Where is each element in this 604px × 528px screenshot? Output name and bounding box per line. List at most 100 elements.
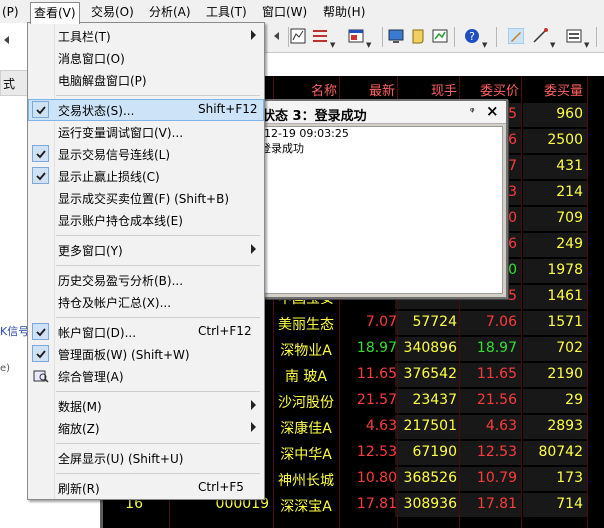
header-volume[interactable]: 现手 bbox=[399, 80, 457, 99]
cell-bidvol: 2893 bbox=[547, 418, 583, 434]
menu-item-overall-manage[interactable]: 综合管理(A) bbox=[28, 365, 264, 387]
checkmark-icon bbox=[32, 345, 49, 362]
submenu-arrow-icon bbox=[251, 400, 256, 410]
cell-vol: 376542 bbox=[403, 366, 457, 382]
menu-item-shortcut: Ctrl+F12 bbox=[198, 324, 252, 338]
menu-item-label: 全屏显示(U) (Shift+U) bbox=[58, 452, 184, 466]
menu-item-toolbar[interactable]: 工具栏(T) bbox=[28, 25, 264, 47]
checkmark-icon bbox=[32, 145, 49, 162]
side-panel-link[interactable]: K信号 bbox=[0, 323, 29, 339]
menu-analysis[interactable]: 分析(A) bbox=[149, 4, 191, 20]
cell-last: 10.80 bbox=[356, 470, 397, 486]
toolbar: ▼ ▼ ? ▼ ▼ ▼ bbox=[264, 23, 604, 53]
trade-status-log: -12-19 09:03:25 登录成功 bbox=[259, 126, 503, 294]
cell-bidvol: 29 bbox=[565, 392, 583, 408]
window-icon[interactable] bbox=[348, 28, 364, 44]
menu-print-partial[interactable]: (P) bbox=[2, 4, 19, 20]
cell-name: 深中华A bbox=[280, 447, 332, 463]
menu-item-refresh[interactable]: 刷新(R) Ctrl+F5 bbox=[28, 477, 264, 499]
side-panel-tab[interactable]: 式 bbox=[0, 70, 29, 96]
menu-item-shortcut: Shift+F12 bbox=[198, 102, 258, 116]
side-panel-tab-label: 式 bbox=[3, 77, 16, 91]
menu-item-message-window[interactable]: 消息窗口(O) bbox=[28, 47, 264, 69]
menu-item-cost-line[interactable]: 显示账户持仓成本线(E) bbox=[28, 209, 264, 231]
cell-bid: 17.81 bbox=[476, 496, 517, 512]
menu-help[interactable]: 帮助(H) bbox=[323, 4, 365, 20]
cell-last: 4.63 bbox=[365, 418, 397, 434]
cell-last: 11.65 bbox=[356, 366, 397, 382]
draw-icon[interactable] bbox=[508, 28, 524, 44]
menu-window[interactable]: 窗口(W) bbox=[262, 4, 307, 20]
cell-name: 南 玻A bbox=[284, 369, 328, 385]
menu-item-label: 交易状态(S)... bbox=[58, 104, 135, 118]
menu-item-label: 电脑解盘窗口(P) bbox=[58, 74, 147, 88]
scroll-icon[interactable] bbox=[410, 28, 426, 44]
menu-item-trade-status[interactable]: 交易状态(S)... Shift+F12 bbox=[28, 99, 264, 121]
menu-item-label: 刷新(R) bbox=[58, 482, 100, 496]
menu-separator bbox=[56, 95, 260, 96]
menu-item-variable-debug[interactable]: 运行变量调试窗口(V)... bbox=[28, 121, 264, 143]
pin-icon[interactable]: ᵠ bbox=[470, 105, 475, 118]
cell-last: 18.97 bbox=[356, 340, 397, 356]
layout-icon[interactable] bbox=[566, 28, 582, 44]
trend-icon[interactable] bbox=[532, 28, 548, 44]
menu-item-signal-lines[interactable]: 显示交易信号连线(L) bbox=[28, 143, 264, 165]
menu-item-fill-positions[interactable]: 显示成交买卖位置(F) (Shift+B) bbox=[28, 187, 264, 209]
menu-view[interactable]: 查看(V) bbox=[30, 2, 80, 24]
trade-status-titlebar[interactable]: 状态 3：登录成功 ᵠ × bbox=[256, 101, 506, 124]
cell-bidvol: 714 bbox=[556, 496, 583, 512]
view-menu: 工具栏(T) 消息窗口(O) 电脑解盘窗口(P) 交易状态(S)... Shift+F1… bbox=[27, 22, 265, 500]
status-timestamp: -12-19 09:03:25 bbox=[260, 127, 349, 140]
submenu-arrow-icon bbox=[251, 422, 256, 432]
menu-item-label: 更多窗口(Y) bbox=[58, 244, 123, 258]
cell-name: 深康佳A bbox=[280, 421, 332, 437]
menu-item-fullscreen[interactable]: 全屏显示(U) (Shift+U) bbox=[28, 447, 264, 469]
checkmark-icon bbox=[32, 323, 49, 340]
cell-bidvol: 1978 bbox=[547, 262, 583, 278]
cell-vol: 340896 bbox=[403, 340, 457, 356]
menu-item-data[interactable]: 数据(M) bbox=[28, 395, 264, 417]
close-icon[interactable]: × bbox=[486, 102, 499, 120]
help-icon[interactable]: ? bbox=[464, 28, 480, 44]
chart-window-icon[interactable] bbox=[432, 28, 448, 44]
menu-separator bbox=[56, 473, 260, 474]
menu-tools[interactable]: 工具(T) bbox=[206, 4, 247, 20]
menu-item-position-summary[interactable]: 持仓及帐户汇总(X)... bbox=[28, 291, 264, 313]
menu-item-stop-lines[interactable]: 显示止赢止损线(C) bbox=[28, 165, 264, 187]
cell-bid: 7.06 bbox=[485, 314, 517, 330]
menu-item-history-pnl[interactable]: 历史交易盈亏分析(B)... bbox=[28, 269, 264, 291]
menu-item-label: 显示止赢止损线(C) bbox=[58, 170, 160, 184]
header-bidvol[interactable]: 委买量 bbox=[523, 80, 583, 99]
cell-bidvol: 702 bbox=[556, 340, 583, 356]
menu-item-label: 帐户窗口(D)... bbox=[58, 326, 137, 340]
cell-name: 深物业A bbox=[280, 343, 332, 359]
list-icon[interactable] bbox=[312, 28, 328, 44]
cell-bid: 4.63 bbox=[485, 418, 517, 434]
cell-bidvol: 431 bbox=[556, 158, 583, 174]
cell-vol: 67190 bbox=[412, 444, 457, 460]
menubar: (P) 查看(V) 交易(O) 分析(A) 工具(T) 窗口(W) 帮助(H) bbox=[0, 0, 604, 24]
cell-name: 美丽生态 bbox=[278, 317, 334, 333]
bar-chart-icon[interactable] bbox=[290, 28, 306, 44]
menu-item-label: 综合管理(A) bbox=[58, 370, 124, 384]
cell-bidvol: 214 bbox=[556, 184, 583, 200]
cell-bid: 10.79 bbox=[476, 470, 517, 486]
menu-item-more-windows[interactable]: 更多窗口(Y) bbox=[28, 239, 264, 261]
header-last[interactable]: 最新 bbox=[343, 80, 395, 99]
menu-separator bbox=[56, 235, 260, 236]
menu-trade[interactable]: 交易(O) bbox=[91, 4, 134, 20]
cell-bidvol: 2190 bbox=[547, 366, 583, 382]
status-message: 登录成功 bbox=[260, 142, 304, 155]
panel-arrow-icon[interactable] bbox=[0, 33, 14, 47]
menu-item-account-window[interactable]: 帐户窗口(D)... Ctrl+F12 bbox=[28, 321, 264, 343]
header-bid[interactable]: 委买价 bbox=[461, 80, 519, 99]
header-name[interactable]: 名称 bbox=[279, 80, 337, 99]
menu-item-analysis-window[interactable]: 电脑解盘窗口(P) bbox=[28, 69, 264, 91]
menu-item-zoom[interactable]: 缩放(Z) bbox=[28, 417, 264, 439]
collapse-icon[interactable] bbox=[270, 28, 286, 44]
menu-item-manage-panel[interactable]: 管理面板(W) (Shift+W) bbox=[28, 343, 264, 365]
grid-line bbox=[587, 76, 588, 528]
menu-item-label: 显示成交买卖位置(F) (Shift+B) bbox=[58, 192, 230, 206]
monitor-icon[interactable] bbox=[388, 28, 404, 44]
svg-text:?: ? bbox=[469, 30, 475, 43]
